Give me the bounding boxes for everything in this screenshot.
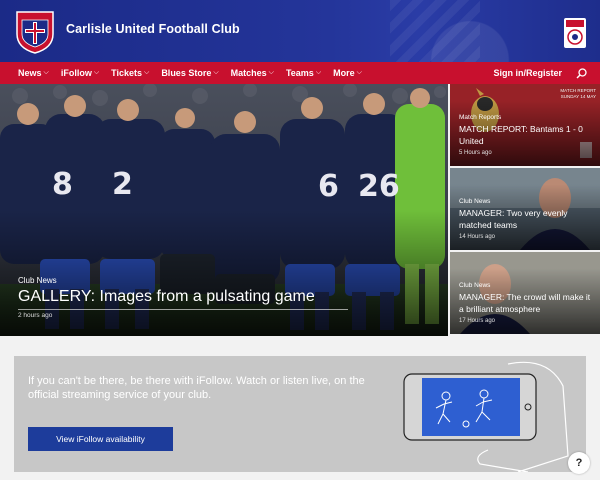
card-category: Club News [459, 198, 491, 205]
ifollow-promo-banner: If you can't be there, be there with iFo… [14, 356, 586, 472]
chevron-down-icon: ⌵ [93, 69, 100, 76]
card-title[interactable]: MANAGER: The crowd will make it a brilli… [459, 291, 597, 315]
card-timestamp: 5 Hours ago [459, 150, 492, 156]
card-category: Club News [459, 282, 491, 289]
help-button[interactable]: ? [568, 452, 590, 474]
site-header: Carlisle United Football Club [0, 0, 600, 62]
phone-streaming-illustration [403, 361, 569, 472]
hero-title-underline [18, 309, 348, 310]
chevron-down-icon: ⌵ [315, 69, 322, 76]
side-article-card[interactable]: MATCH REPORT SUNDAY 14 MAY Match Reports… [450, 84, 600, 166]
search-icon[interactable] [576, 62, 588, 84]
nav-item-matches[interactable]: Matches ⌵ [231, 62, 274, 84]
nav-item-teams[interactable]: Teams ⌵ [286, 62, 321, 84]
main-navigation: News ⌵ iFollow ⌵ Tickets ⌵ Blues Store ⌵ Mat… [0, 62, 600, 84]
chevron-down-icon: ⌵ [43, 69, 49, 76]
side-article-card[interactable]: Club News MANAGER: Two very evenly match… [450, 168, 600, 250]
nav-item-label: More [333, 68, 355, 78]
club-name[interactable]: Carlisle United Football Club [66, 22, 240, 36]
card-title[interactable]: MANAGER: Two very evenly matched teams [459, 207, 597, 231]
nav-item-label: News [18, 68, 42, 78]
hero-article-card[interactable]: 8 2 6 26 Club News GALLERY: Images from … [0, 84, 448, 336]
nav-item-tickets[interactable]: Tickets ⌵ [111, 62, 149, 84]
ifollow-promo-text: If you can't be there, be there with iFo… [28, 375, 365, 401]
nav-item-more[interactable]: More ⌵ [333, 62, 362, 84]
view-ifollow-availability-button[interactable]: View iFollow availability [28, 427, 173, 451]
nav-item-label: Matches [230, 68, 267, 78]
chevron-down-icon: ⌵ [144, 69, 150, 76]
sponsor-badge-icon [564, 18, 586, 48]
nav-item-label: Blues Store [161, 68, 212, 78]
hero-timestamp: 2 hours ago [18, 312, 53, 319]
header-background-stripes [390, 0, 480, 62]
side-article-card[interactable]: Club News MANAGER: The crowd will make i… [450, 252, 600, 334]
nav-item-label: iFollow [60, 68, 92, 78]
club-crest-logo[interactable] [14, 8, 56, 54]
hero-title[interactable]: GALLERY: Images from a pulsating game [18, 288, 315, 306]
chevron-down-icon: ⌵ [268, 69, 274, 76]
card-category: Match Reports [459, 114, 502, 121]
chevron-down-icon: ⌵ [356, 69, 362, 76]
sign-in-register-link[interactable]: Sign in/Register [493, 62, 562, 84]
card-title[interactable]: MATCH REPORT: Bantams 1 - 0 United [459, 123, 597, 147]
hero-category: Club News [18, 276, 57, 285]
nav-item-news[interactable]: News ⌵ [18, 62, 49, 84]
nav-item-ifollow[interactable]: iFollow ⌵ [61, 62, 99, 84]
nav-item-label: Teams [285, 68, 314, 78]
card-timestamp: 14 Hours ago [459, 234, 496, 240]
nav-item-blues-store[interactable]: Blues Store ⌵ [161, 62, 218, 84]
nav-item-label: Tickets [111, 68, 142, 78]
card-timestamp: 17 Hours ago [459, 318, 496, 324]
chevron-down-icon: ⌵ [213, 69, 219, 76]
